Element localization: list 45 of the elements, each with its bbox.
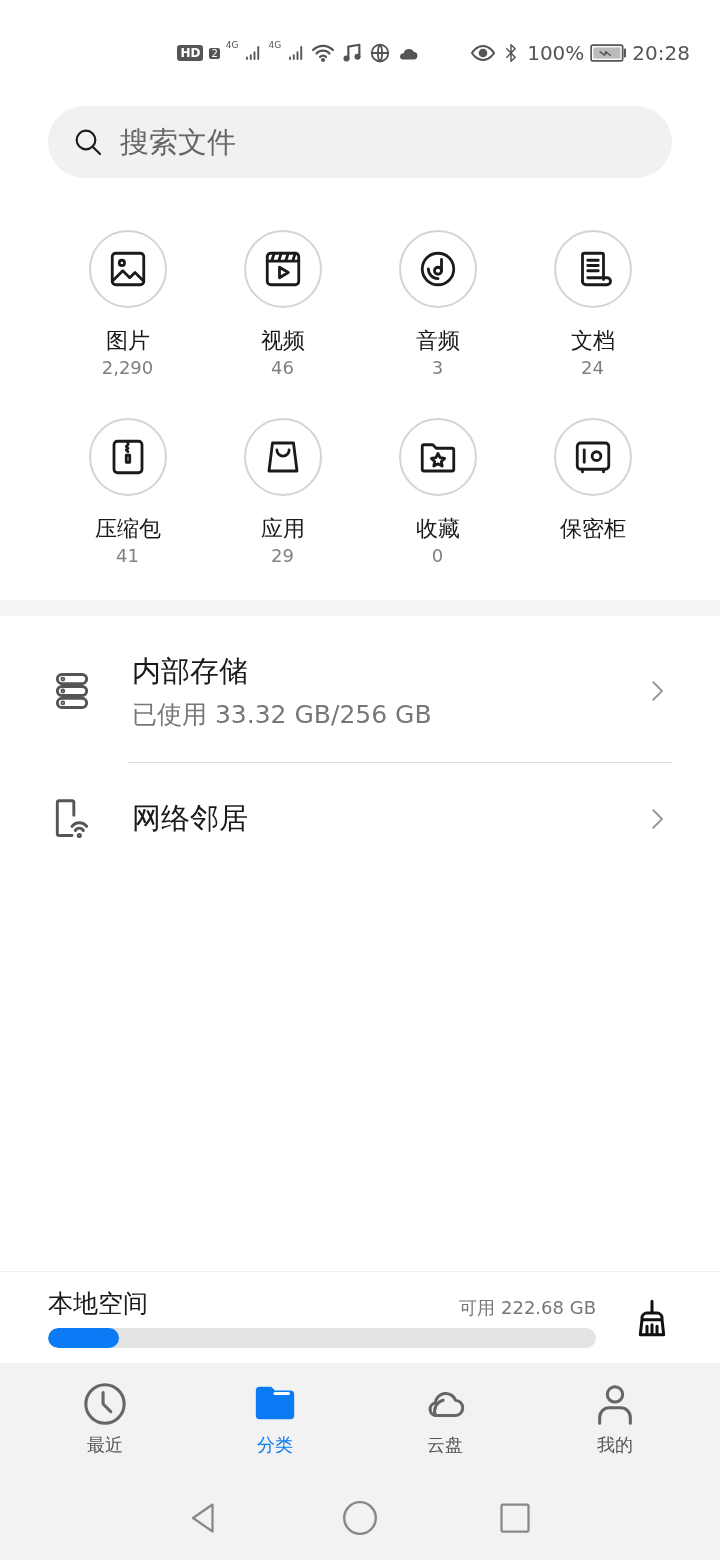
category-count: 2,290 bbox=[101, 356, 154, 380]
category-label: 音频 bbox=[415, 327, 460, 355]
nav-tab[interactable]: 云盘 bbox=[360, 1363, 530, 1475]
local-space-title: 本地空间 bbox=[48, 1288, 148, 1320]
category-button[interactable] bbox=[243, 230, 322, 308]
clock-icon bbox=[82, 1381, 128, 1427]
search-field[interactable]: 搜索文件 bbox=[48, 106, 672, 178]
category-count: 3 bbox=[431, 356, 444, 380]
clock-time: 20:28 bbox=[632, 41, 690, 65]
nav-tab[interactable]: 分类 bbox=[190, 1363, 360, 1475]
sim-badge: 2 bbox=[209, 47, 220, 59]
location-subtitle: 已使用 33.32 GB/256 GB bbox=[132, 698, 433, 731]
category-label: 收藏 bbox=[415, 515, 460, 543]
category-button[interactable] bbox=[398, 418, 477, 496]
hd-badge: HD bbox=[177, 45, 204, 61]
category-count: 46 bbox=[271, 356, 294, 380]
category-label: 应用 bbox=[260, 515, 305, 543]
category-count: 41 bbox=[116, 544, 139, 568]
globe-icon bbox=[369, 42, 392, 64]
category-label: 视频 bbox=[260, 327, 305, 355]
network-type: 4G bbox=[225, 40, 239, 50]
nav-tab[interactable]: 最近 bbox=[20, 1363, 190, 1475]
category-label: 文档 bbox=[570, 327, 615, 355]
category-label: 图片 bbox=[105, 327, 150, 355]
location-row[interactable]: 网络邻居 bbox=[0, 763, 720, 875]
available-space: 可用 222.68 GB bbox=[459, 1296, 596, 1320]
home-button[interactable] bbox=[341, 1498, 379, 1537]
network-type: 4G bbox=[268, 40, 282, 50]
category-label: 保密柜 bbox=[559, 515, 626, 543]
category-count: 29 bbox=[271, 544, 294, 568]
home-circle-icon bbox=[341, 1498, 379, 1537]
battery-percent: 100% bbox=[527, 41, 585, 65]
location-title: 网络邻居 bbox=[132, 800, 249, 837]
location-row[interactable]: 内部存储 已使用 33.32 GB/256 GB bbox=[0, 616, 720, 762]
category-button[interactable] bbox=[88, 230, 167, 308]
category-button[interactable] bbox=[243, 418, 322, 496]
category-label: 压缩包 bbox=[94, 515, 161, 543]
category-button[interactable] bbox=[553, 418, 632, 496]
category-button[interactable] bbox=[88, 418, 167, 496]
category-count: 24 bbox=[581, 356, 604, 380]
category-button[interactable] bbox=[553, 230, 632, 308]
nav-tab[interactable]: 我的 bbox=[530, 1363, 700, 1475]
location-title: 内部存储 bbox=[132, 652, 249, 690]
category-button[interactable] bbox=[398, 230, 477, 308]
category-count: 0 bbox=[431, 544, 444, 568]
